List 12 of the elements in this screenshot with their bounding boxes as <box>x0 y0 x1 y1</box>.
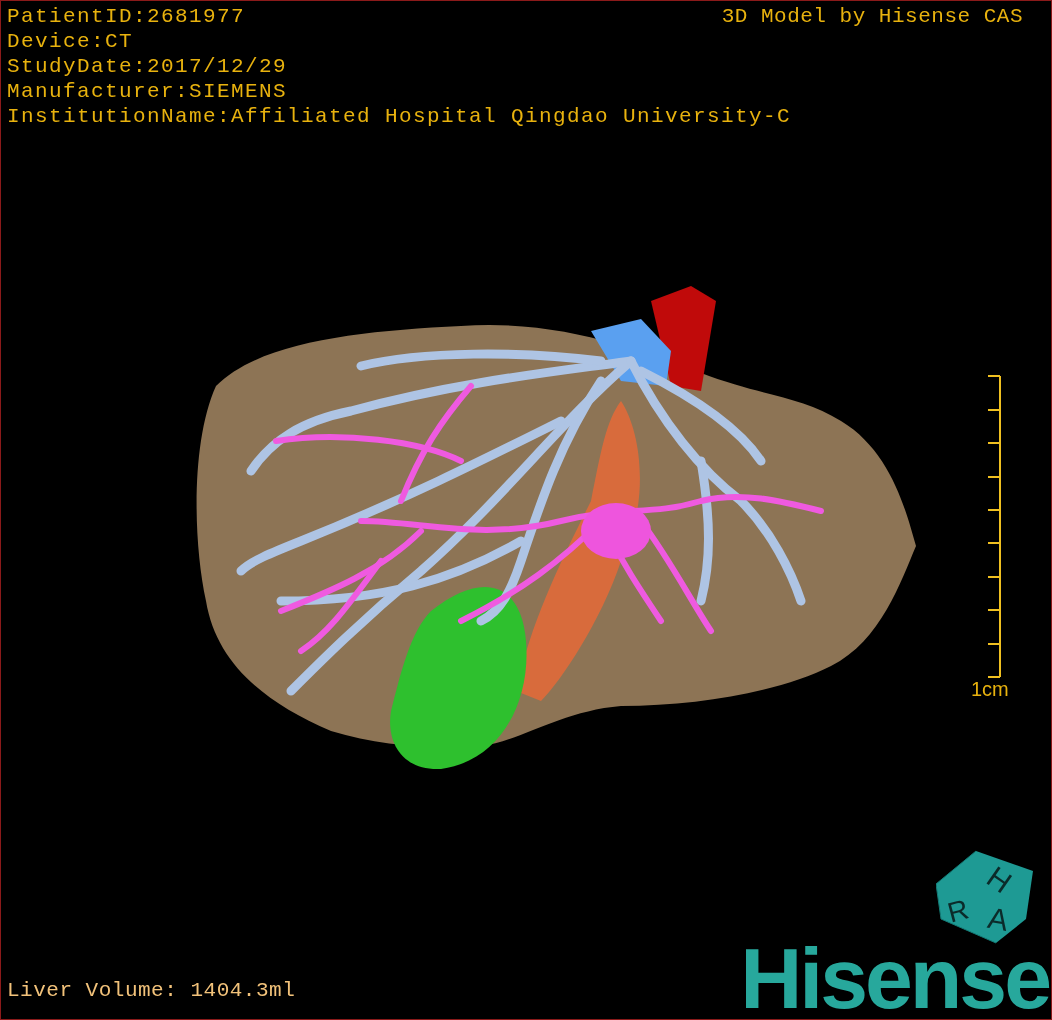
liver-volume: Liver Volume: 1404.3ml <box>7 978 296 1003</box>
scale-label: 1cm <box>971 677 1009 701</box>
cube-label: H <box>981 860 1018 900</box>
info-line: Device:CT <box>7 29 134 54</box>
info-line: Manufacturer:SIEMENS <box>7 79 288 104</box>
model-title: 3D Model by Hisense CAS <box>721 4 1023 29</box>
cube-label: A <box>985 900 1011 937</box>
cube-label: R <box>944 893 972 929</box>
info-line: InstitutionName:Affiliated Hospital Qingdao University-C <box>7 104 792 129</box>
brand-logo: Hisense <box>740 938 1049 1018</box>
info-line: StudyDate:2017/12/29 <box>7 54 288 79</box>
info-line: PatientID:2681977 <box>7 4 246 29</box>
